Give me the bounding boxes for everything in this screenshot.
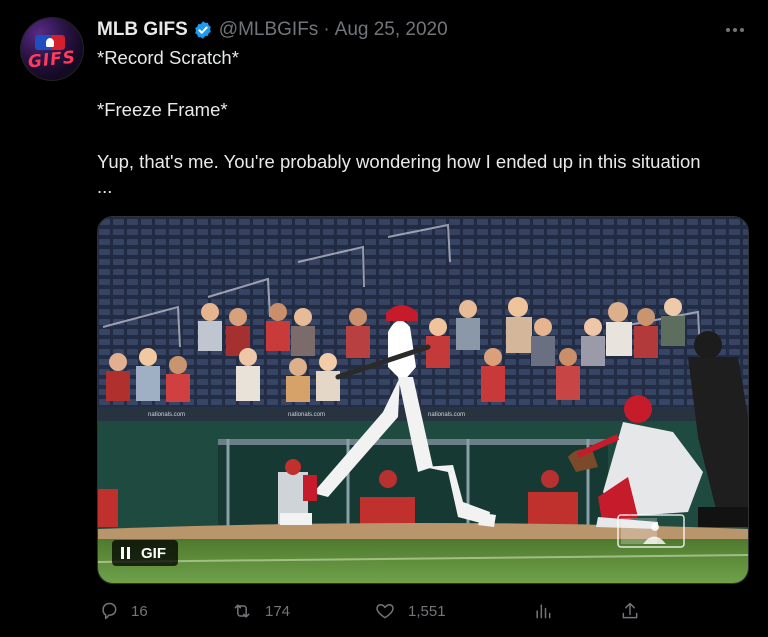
pause-icon[interactable] bbox=[121, 547, 133, 559]
gif-media[interactable]: nationals.com nationals.com nationals.com bbox=[97, 216, 749, 584]
svg-text:nationals.com: nationals.com bbox=[428, 412, 465, 418]
reply-button[interactable]: 16 bbox=[99, 597, 148, 625]
more-options-icon[interactable] bbox=[722, 18, 748, 42]
reply-count: 16 bbox=[131, 602, 148, 620]
gif-label: GIF bbox=[141, 544, 166, 562]
verified-badge-icon bbox=[193, 20, 213, 40]
svg-text:nationals.com: nationals.com bbox=[148, 412, 185, 418]
heart-icon bbox=[376, 604, 394, 619]
tweet-header: MLB GIFS @MLBGIFs · Aug 25, 2020 bbox=[97, 18, 448, 42]
avatar-gifs-text: GIFS bbox=[27, 47, 77, 73]
tweet-text-line-4: ... bbox=[97, 176, 113, 197]
user-handle[interactable]: @MLBGIFs bbox=[219, 19, 319, 41]
gif-badge[interactable]: GIF bbox=[112, 540, 178, 566]
retweet-icon bbox=[234, 604, 250, 618]
tweet-text-line-1: *Record Scratch* bbox=[97, 47, 239, 68]
mlb-logo-icon bbox=[35, 35, 65, 50]
separator-dot: · bbox=[323, 19, 330, 40]
views-bar-chart-icon bbox=[536, 604, 551, 619]
profile-avatar[interactable]: GIFS bbox=[20, 17, 84, 81]
tweet-text-line-2: *Freeze Frame* bbox=[97, 99, 228, 120]
display-name[interactable]: MLB GIFS bbox=[97, 19, 188, 41]
share-upload-icon bbox=[622, 602, 638, 619]
views-button[interactable] bbox=[533, 597, 565, 625]
svg-text:nationals.com: nationals.com bbox=[288, 412, 325, 418]
like-count: 1,551 bbox=[408, 602, 446, 620]
tweet-date[interactable]: Aug 25, 2020 bbox=[335, 19, 448, 41]
share-button[interactable] bbox=[620, 597, 652, 625]
like-button[interactable]: 1,551 bbox=[374, 597, 446, 625]
retweet-count: 174 bbox=[265, 602, 291, 620]
retweet-button[interactable]: 174 bbox=[231, 597, 290, 625]
reply-icon bbox=[102, 602, 117, 620]
tweet-text-line-3: Yup, that's me. You're probably wonderin… bbox=[97, 151, 701, 172]
baseball-scene-image: nationals.com nationals.com nationals.com bbox=[98, 217, 748, 583]
